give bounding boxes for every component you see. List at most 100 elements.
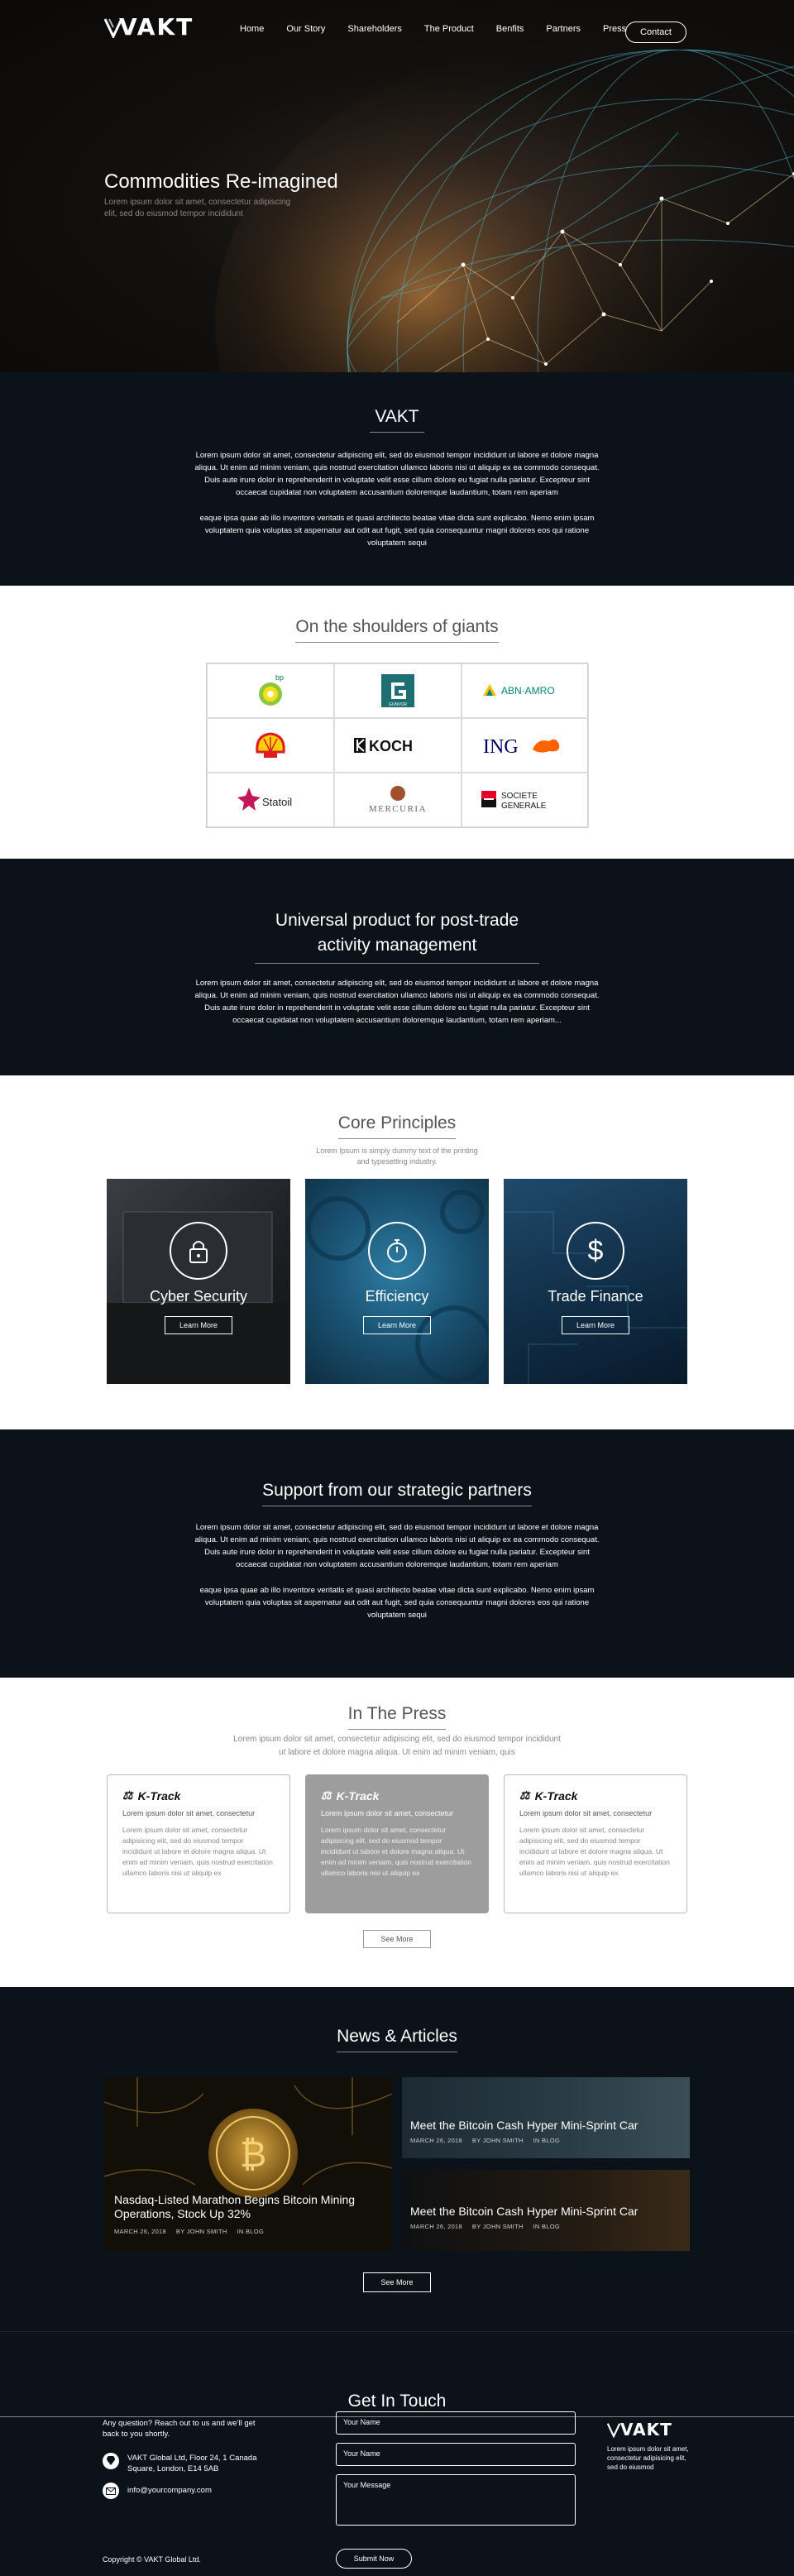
nav-links: Home Our Story Shareholders The Product … (240, 24, 648, 34)
contact-email[interactable]: info@yourcompany.com (127, 2483, 212, 2496)
press-headline: Lorem ipsum dolor sit amet, consectetur (321, 1809, 454, 1817)
copyright: Copyright © VAKT Global Ltd. (103, 2555, 201, 2564)
koch-icon: KOCH (354, 738, 413, 754)
core-label-trade-finance: Trade Finance (548, 1288, 643, 1305)
learn-more-button[interactable]: Learn More (562, 1316, 629, 1334)
contact-section: Get In Touch Any question? Reach out to … (0, 2331, 794, 2576)
press-subtitle-line-2: ut labore et dolore magna aliqua. Ut eni… (279, 1748, 515, 1757)
mercuria-icon: MERCURIA (369, 786, 426, 814)
support-title: Support from our strategic partners (262, 1481, 532, 1506)
core-principles-section: Core Principles Lorem Ipsum is simply du… (0, 1075, 794, 1429)
nav-partners[interactable]: Partners (546, 24, 581, 34)
circuit-background (504, 1211, 687, 1384)
contact-email-row: info@yourcompany.com (103, 2483, 212, 2499)
gears-background (306, 1190, 489, 1383)
logo-text: VAKT (119, 13, 194, 41)
name-input[interactable]: Your Name (336, 2411, 576, 2435)
footer-logo: VAKT (607, 2420, 690, 2440)
logo-mark-icon (607, 2423, 620, 2438)
statoil-icon: Statoil (237, 788, 292, 811)
message-textarea[interactable]: Your Message (336, 2474, 576, 2526)
gunvor-logo: GUNVOR (334, 663, 462, 718)
vakt-title: VAKT (370, 407, 424, 433)
news-card-small[interactable]: Meet the Bitcoin Cash Hyper Mini-Sprint … (402, 2170, 690, 2251)
koch-logo: KOCH (334, 718, 462, 773)
press-body: Lorem ipsum dolor sit amet, consectetur … (519, 1826, 670, 1877)
nav-the-product[interactable]: The Product (424, 24, 474, 34)
contact-button[interactable]: Contact (625, 22, 686, 43)
news-card-small[interactable]: Meet the Bitcoin Cash Hyper Mini-Sprint … (402, 2077, 690, 2158)
societe-generale-icon: SOCIETE GENERALE (481, 791, 547, 811)
ing-logo: ING (462, 718, 589, 773)
nav-our-story[interactable]: Our Story (286, 24, 325, 34)
learn-more-button[interactable]: Learn More (363, 1316, 431, 1334)
press-card[interactable]: ⚖ K-Track Lorem ipsum dolor sit amet, con… (504, 1774, 687, 1913)
news-author: BY JOHN SMITH (471, 2223, 524, 2230)
hero-subtitle: Lorem ipsum dolor sit amet, consectetur … (104, 198, 291, 218)
bp-logo: bp (207, 663, 334, 718)
news-category: IN BLOG (533, 2137, 561, 2144)
press-subtitle: Lorem ipsum dolor sit amet, consectetur … (0, 1733, 794, 1760)
nav-benefits[interactable]: Benfits (496, 24, 524, 34)
news-date: MARCH 26, 2018 (114, 2228, 166, 2235)
universal-section: Universal product for post-trade activit… (0, 859, 794, 1075)
core-card-trade-finance[interactable]: $ Trade Finance Learn More (504, 1179, 687, 1384)
support-paragraph-2: eaque ipsa quae ab illo inventore verita… (199, 1586, 595, 1620)
news-small-title[interactable]: Meet the Bitcoin Cash Hyper Mini-Sprint … (410, 2205, 683, 2219)
ktrack-logo: ⚖ K-Track (122, 1788, 181, 1803)
lock-icon (170, 1222, 227, 1280)
nav-home[interactable]: Home (240, 24, 264, 34)
press-cards: ⚖ K-Track Lorem ipsum dolor sit amet, con… (0, 1774, 794, 1913)
submit-button[interactable]: Submit Now (336, 2549, 412, 2569)
name-input-2[interactable]: Your Name (336, 2443, 576, 2466)
abn-amro-logo: ABN·AMRO (462, 663, 589, 718)
vakt-paragraph-2: eaque ipsa quae ab illo inventore verita… (199, 514, 595, 548)
mercuria-logo: MERCURIA (334, 773, 462, 827)
globe-network-graphic (215, 50, 794, 372)
stopwatch-icon (368, 1222, 426, 1280)
core-label-efficiency: Efficiency (365, 1288, 429, 1305)
top-nav: VAKT Home Our Story Shareholders The Pro… (0, 0, 794, 58)
news-title: News & Articles (337, 2027, 457, 2052)
abn-amro-icon: ABN·AMRO (483, 684, 555, 697)
bitcoin-circuit-image: ₿ (104, 2077, 392, 2251)
nav-shareholders[interactable]: Shareholders (347, 24, 401, 34)
news-see-more-button[interactable]: See More (363, 2272, 431, 2292)
core-card-cyber-security[interactable]: Cyber Security Learn More (107, 1179, 290, 1384)
news-featured-title[interactable]: Nasdaq-Listed Marathon Begins Bitcoin Mi… (114, 2193, 379, 2221)
news-date: MARCH 26, 2018 (410, 2137, 462, 2144)
svg-text:Statoil: Statoil (262, 796, 292, 808)
press-card[interactable]: ⚖ K-Track Lorem ipsum dolor sit amet, con… (107, 1774, 290, 1913)
shell-logo (207, 718, 334, 773)
svg-text:bp: bp (275, 673, 284, 682)
news-featured-meta: MARCH 26, 2018 BY JOHN SMITH IN BLOG (114, 2228, 264, 2235)
universal-title: Universal product for post-trade activit… (0, 908, 794, 964)
gunvor-icon: GUNVOR (381, 674, 414, 707)
news-small-meta: MARCH 26, 2018 BY JOHN SMITH IN BLOG (410, 2223, 560, 2230)
hero-title: Commodities Re-imagined (104, 170, 338, 193)
svg-text:₿: ₿ (240, 2133, 267, 2176)
footer-logo-block: VAKT Lorem ipsum dolor sit amet, consect… (607, 2420, 690, 2472)
press-subtitle-line-1: Lorem ipsum dolor sit amet, consectetur … (233, 1735, 561, 1744)
universal-paragraph: Lorem ipsum dolor sit amet, consectetur … (194, 979, 600, 1025)
vakt-logo[interactable]: VAKT (104, 13, 194, 41)
press-card-active[interactable]: ⚖ K-Track Lorem ipsum dolor sit amet, con… (305, 1774, 489, 1913)
dollar-icon: $ (567, 1222, 624, 1280)
contact-address: VAKT Global Ltd, Floor 24, 1 Canada Squa… (127, 2454, 257, 2473)
news-small-title[interactable]: Meet the Bitcoin Cash Hyper Mini-Sprint … (410, 2119, 683, 2133)
svg-text:KOCH: KOCH (369, 738, 413, 754)
news-date: MARCH 26, 2018 (410, 2223, 462, 2230)
giants-section: On the shoulders of giants bp GUNVOR ABN… (0, 586, 794, 859)
news-grid: ₿ Nasdaq-Listed Marathon Begins Bitcoin … (104, 2077, 690, 2251)
news-card-featured[interactable]: ₿ Nasdaq-Listed Marathon Begins Bitcoin … (104, 2077, 392, 2251)
ktrack-icon: ⚖ (519, 1788, 530, 1802)
learn-more-button[interactable]: Learn More (165, 1316, 232, 1334)
press-see-more-button[interactable]: See More (363, 1930, 431, 1948)
core-card-efficiency[interactable]: Efficiency Learn More (305, 1179, 489, 1384)
nav-press[interactable]: Press (603, 24, 626, 34)
svg-text:GENERALE: GENERALE (501, 802, 547, 811)
news-category: IN BLOG (533, 2223, 561, 2230)
universal-title-line-2: activity management (255, 933, 539, 964)
press-body: Lorem ipsum dolor sit amet, consectetur … (122, 1826, 273, 1877)
svg-text:GUNVOR: GUNVOR (389, 702, 407, 707)
